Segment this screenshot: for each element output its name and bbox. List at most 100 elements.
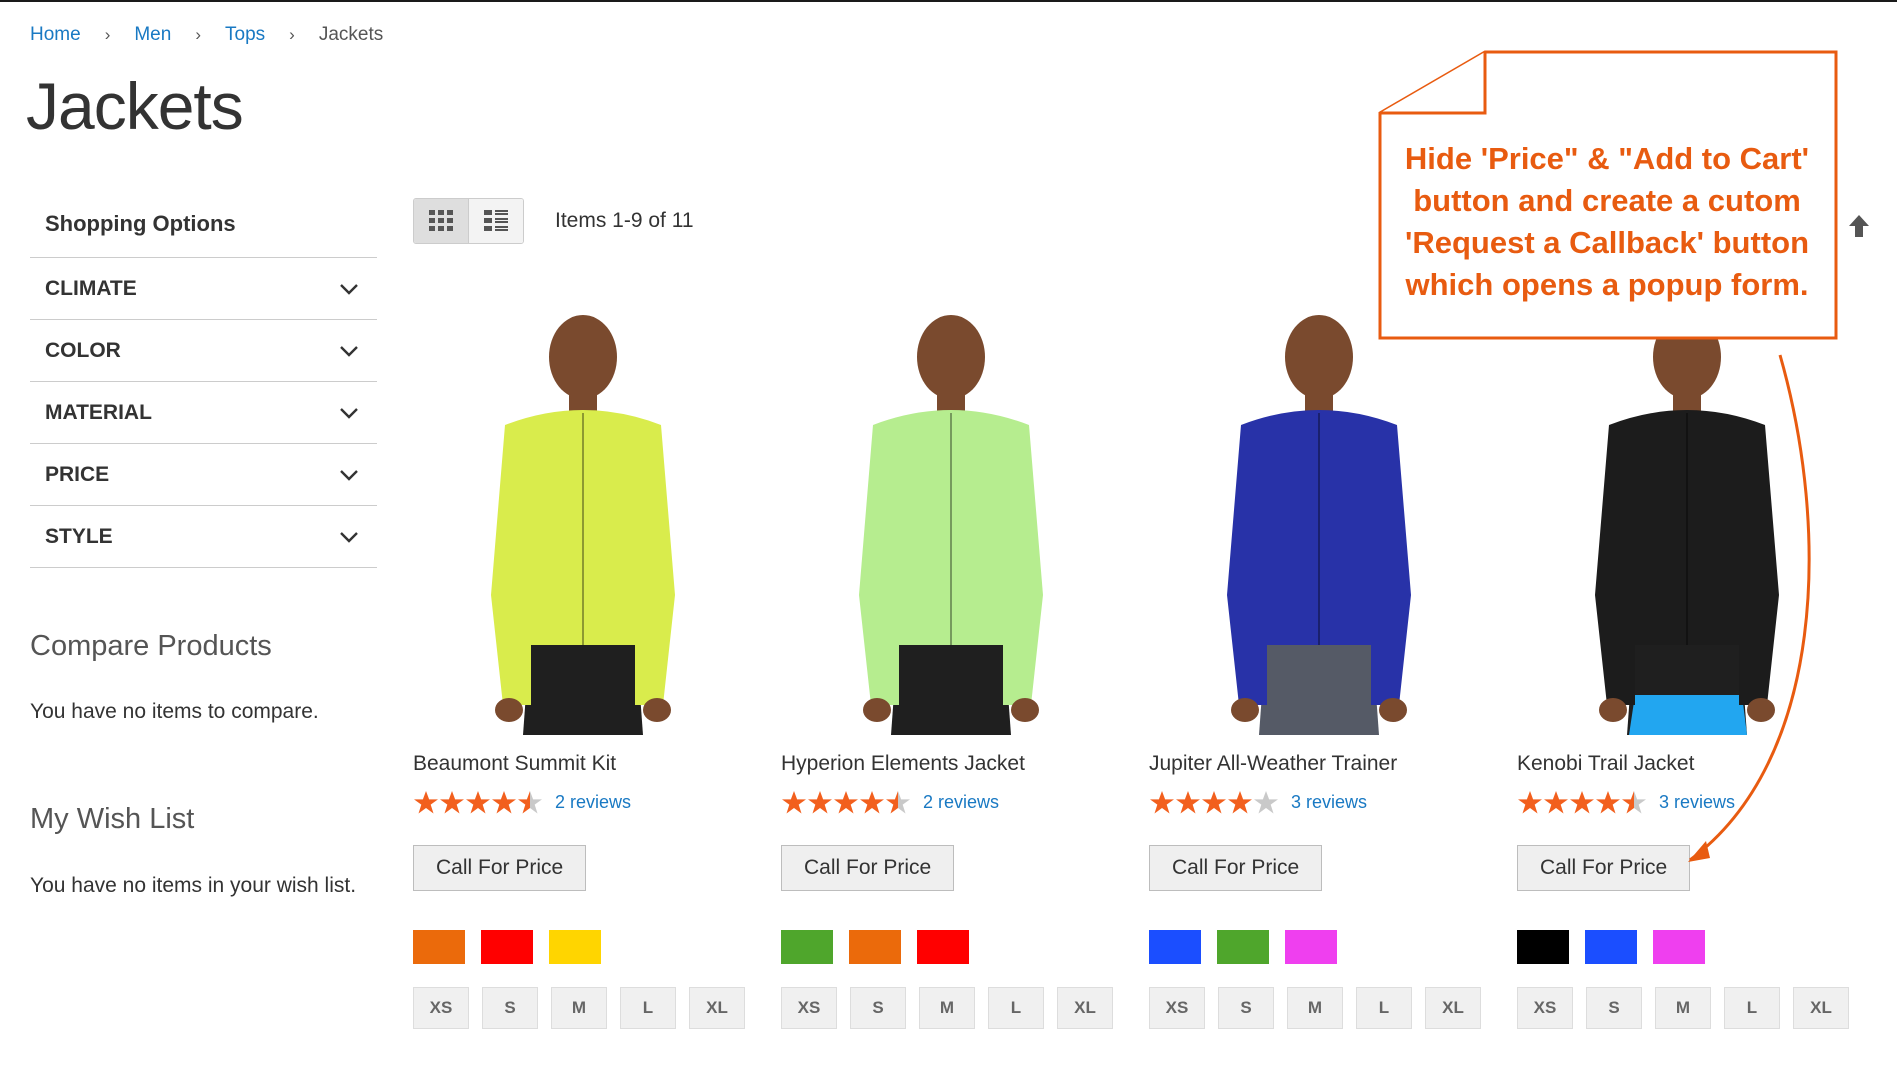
- rating-stars: [1149, 790, 1279, 815]
- chevron-down-icon: [340, 469, 358, 481]
- view-mode-switcher: [413, 198, 524, 244]
- size-option[interactable]: XS: [1517, 987, 1573, 1029]
- call-for-price-button[interactable]: Call For Price: [413, 845, 587, 891]
- color-swatches: [781, 930, 985, 964]
- breadcrumb-men[interactable]: Men: [134, 24, 171, 46]
- size-option[interactable]: M: [919, 987, 975, 1029]
- size-option[interactable]: L: [1356, 987, 1412, 1029]
- sidebar-filters: Shopping Options CLIMATE COLOR MATERIAL …: [30, 205, 377, 568]
- size-option[interactable]: S: [1218, 987, 1274, 1029]
- top-border: [0, 0, 1897, 2]
- list-view-button[interactable]: [469, 199, 523, 243]
- size-option[interactable]: S: [850, 987, 906, 1029]
- size-option[interactable]: L: [1724, 987, 1780, 1029]
- call-for-price-button[interactable]: Call For Price: [781, 845, 955, 891]
- star-icon: [1570, 791, 1594, 814]
- reviews-link[interactable]: 2 reviews: [555, 792, 631, 813]
- product-name[interactable]: Beaumont Summit Kit: [413, 752, 616, 776]
- star-icon: [860, 791, 884, 814]
- size-option[interactable]: XL: [1425, 987, 1481, 1029]
- color-swatch[interactable]: [1149, 930, 1201, 964]
- size-option[interactable]: XS: [413, 987, 469, 1029]
- star-icon: [440, 791, 464, 814]
- rating-stars: [413, 790, 543, 815]
- reviews-link[interactable]: 3 reviews: [1291, 792, 1367, 813]
- filter-material[interactable]: MATERIAL: [30, 382, 377, 444]
- filter-style[interactable]: STYLE: [30, 506, 377, 568]
- star-icon: [492, 791, 516, 814]
- breadcrumb-home[interactable]: Home: [30, 24, 81, 46]
- color-swatch[interactable]: [1217, 930, 1269, 964]
- star-icon: [808, 791, 832, 814]
- product-rating: 2 reviews: [413, 790, 631, 815]
- color-swatch[interactable]: [413, 930, 465, 964]
- star-icon: [1518, 791, 1542, 814]
- call-for-price-button[interactable]: Call For Price: [1149, 845, 1323, 891]
- product-rating: 3 reviews: [1149, 790, 1367, 815]
- breadcrumb-current: Jackets: [318, 24, 384, 45]
- product-rating: 2 reviews: [781, 790, 999, 815]
- size-option[interactable]: S: [482, 987, 538, 1029]
- product-image[interactable]: [1517, 295, 1857, 735]
- filter-label: COLOR: [45, 338, 121, 362]
- size-option[interactable]: XL: [1057, 987, 1113, 1029]
- wish-list-empty-text: You have no items in your wish list.: [30, 874, 357, 897]
- color-swatch[interactable]: [549, 930, 601, 964]
- callout-line: button and create a cutom: [1413, 183, 1801, 218]
- compare-products-title: Compare Products: [30, 630, 272, 662]
- size-option[interactable]: L: [988, 987, 1044, 1029]
- size-option[interactable]: M: [1287, 987, 1343, 1029]
- color-swatches: [1149, 930, 1353, 964]
- color-swatch[interactable]: [1585, 930, 1637, 964]
- call-for-price-button[interactable]: Call For Price: [1517, 845, 1691, 891]
- size-option[interactable]: XL: [689, 987, 745, 1029]
- filter-climate[interactable]: CLIMATE: [30, 258, 377, 320]
- size-option[interactable]: M: [1655, 987, 1711, 1029]
- size-option[interactable]: XS: [781, 987, 837, 1029]
- product-name[interactable]: Kenobi Trail Jacket: [1517, 752, 1694, 776]
- breadcrumb-tops[interactable]: Tops: [225, 24, 265, 46]
- grid-view-button[interactable]: [414, 199, 469, 243]
- star-icon: [1622, 791, 1646, 814]
- product-card: Kenobi Trail Jacket 3 reviews Call For Pri…: [1517, 295, 1857, 1029]
- reviews-link[interactable]: 2 reviews: [923, 792, 999, 813]
- color-swatch[interactable]: [481, 930, 533, 964]
- product-name[interactable]: Jupiter All-Weather Trainer: [1149, 752, 1397, 776]
- product-name[interactable]: Hyperion Elements Jacket: [781, 752, 1025, 776]
- star-icon: [1150, 791, 1174, 814]
- list-view-icon: [484, 210, 508, 231]
- size-option[interactable]: XL: [1793, 987, 1849, 1029]
- callout-arrow-head: [1688, 841, 1710, 862]
- color-swatch[interactable]: [1653, 930, 1705, 964]
- product-card: Hyperion Elements Jacket 2 reviews Call Fo…: [781, 295, 1121, 1029]
- color-swatch[interactable]: [1285, 930, 1337, 964]
- grid-view-icon: [429, 210, 453, 231]
- arrow-up-icon[interactable]: [1848, 213, 1870, 239]
- color-swatch[interactable]: [781, 930, 833, 964]
- filter-label: STYLE: [45, 524, 113, 548]
- size-option[interactable]: M: [551, 987, 607, 1029]
- product-image[interactable]: [1149, 295, 1489, 735]
- color-swatch[interactable]: [1517, 930, 1569, 964]
- filter-color[interactable]: COLOR: [30, 320, 377, 382]
- product-card: Jupiter All-Weather Trainer 3 reviews Call…: [1149, 295, 1489, 1029]
- color-swatch[interactable]: [849, 930, 901, 964]
- color-swatch[interactable]: [917, 930, 969, 964]
- filter-price[interactable]: PRICE: [30, 444, 377, 506]
- chevron-right-icon: ›: [104, 25, 111, 44]
- chevron-down-icon: [340, 531, 358, 543]
- product-image[interactable]: [413, 295, 753, 735]
- size-option[interactable]: XS: [1149, 987, 1205, 1029]
- reviews-link[interactable]: 3 reviews: [1659, 792, 1735, 813]
- star-icon: [1202, 791, 1226, 814]
- size-swatches: XS S M L XL: [781, 987, 1126, 1029]
- filter-label: MATERIAL: [45, 400, 152, 424]
- size-option[interactable]: S: [1586, 987, 1642, 1029]
- size-option[interactable]: L: [620, 987, 676, 1029]
- product-card: Beaumont Summit Kit 2 reviews Call For Pri…: [413, 295, 753, 1029]
- star-icon: [886, 791, 910, 814]
- product-image[interactable]: [781, 295, 1121, 735]
- wish-list-title: My Wish List: [30, 803, 195, 835]
- filter-label: CLIMATE: [45, 276, 137, 300]
- chevron-right-icon: ›: [289, 25, 295, 44]
